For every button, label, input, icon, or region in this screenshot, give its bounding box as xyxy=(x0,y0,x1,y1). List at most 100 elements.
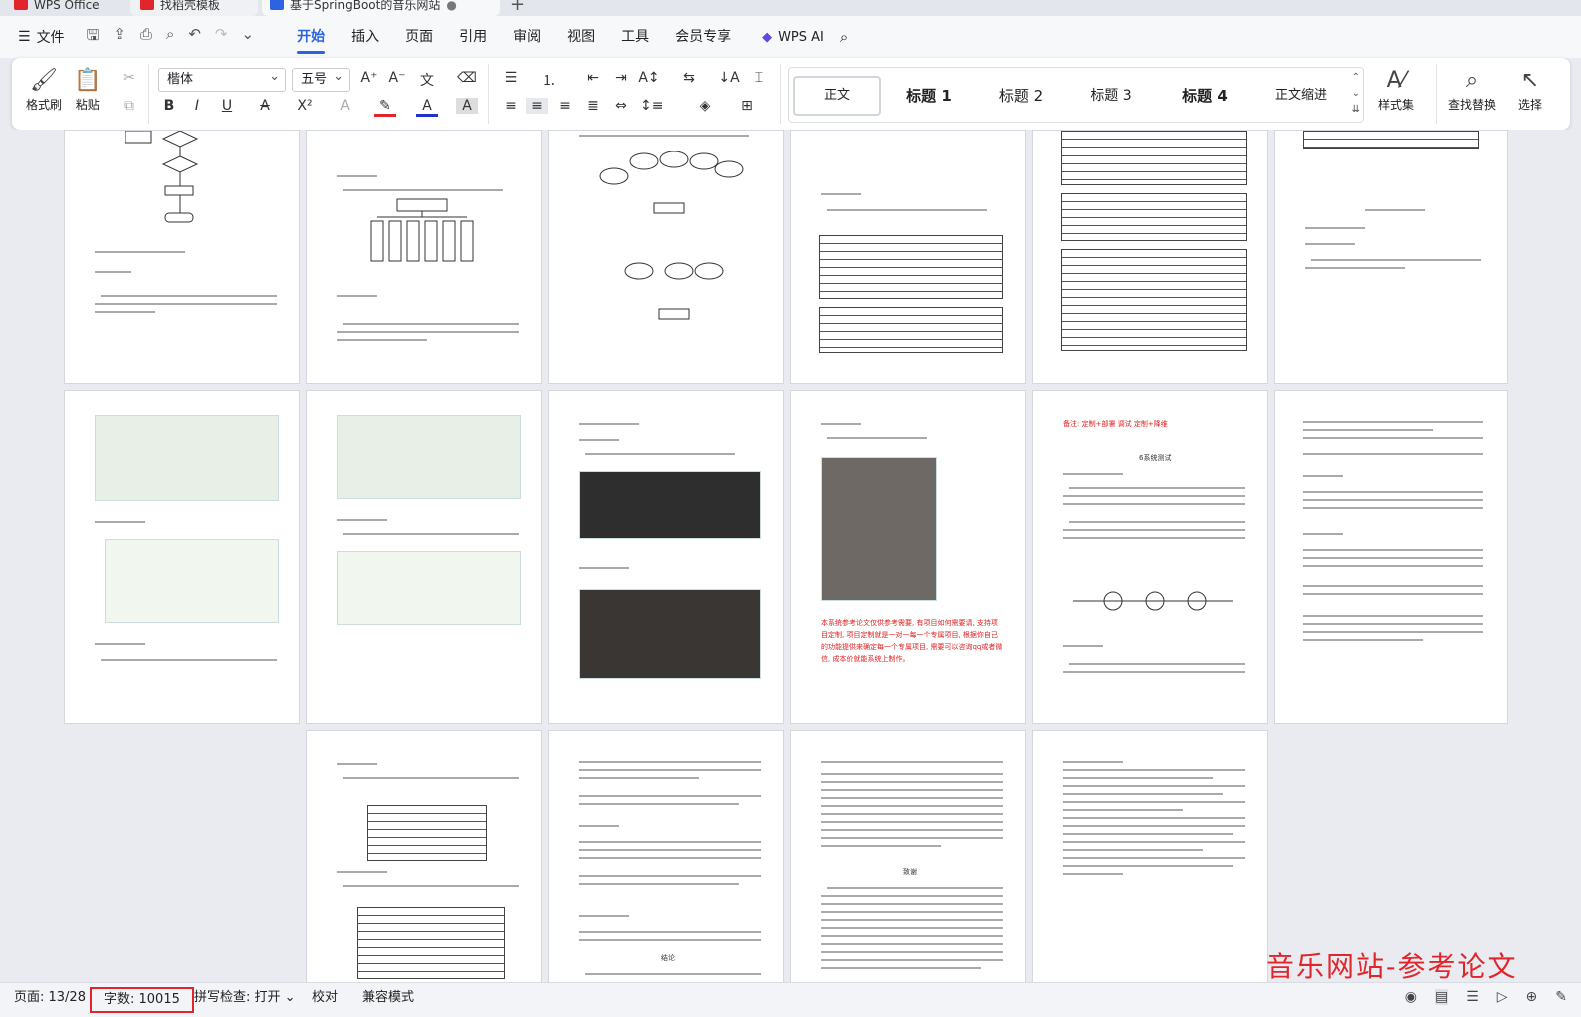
text-direction-icon[interactable]: A↕ xyxy=(638,70,660,86)
page-thumbnail[interactable]: 备注: 定制+部署 调试 定制+降维 6系统测试 xyxy=(1032,390,1268,724)
close-tab-icon[interactable]: ● xyxy=(446,0,456,11)
bold-icon[interactable]: B xyxy=(158,98,180,114)
search-icon[interactable]: ⌕ xyxy=(840,28,848,46)
text-line xyxy=(1063,473,1123,475)
text-line xyxy=(1063,801,1245,803)
page-thumbnail[interactable]: 本系统参考论文仅供参考需要, 有项目如何需要请, 支持项目定制, 项目定制就是一… xyxy=(790,390,1026,724)
file-menu[interactable]: ☰ 文件 xyxy=(18,27,65,47)
style-normal[interactable]: 正文 xyxy=(793,76,881,116)
format-painter-button[interactable]: 🖌 格式刷 xyxy=(26,66,62,113)
print-preview-icon[interactable]: ⌕ xyxy=(166,25,174,50)
text-line xyxy=(1303,557,1483,559)
superscript-icon[interactable]: X² xyxy=(294,98,316,114)
read-mode-icon[interactable]: ▷ xyxy=(1497,989,1508,1005)
sort-icon[interactable]: ↓A xyxy=(718,70,740,86)
shading-icon[interactable]: ◈ xyxy=(694,98,716,114)
numbered-list-icon[interactable]: ⒈ xyxy=(538,70,560,90)
copy-icon[interactable]: ⧉ xyxy=(118,98,140,114)
tab-view[interactable]: 视图 xyxy=(554,16,608,58)
page-thumbnail[interactable] xyxy=(548,390,784,724)
page-thumbnail[interactable] xyxy=(1032,730,1268,982)
page-thumbnail[interactable] xyxy=(306,730,542,982)
line-spacing-icon[interactable]: ↕≡ xyxy=(640,98,663,114)
show-marks-icon[interactable]: ⌶ xyxy=(748,70,770,86)
word-count[interactable]: 字数: 10015 xyxy=(90,987,194,1013)
strikethrough-icon[interactable]: A xyxy=(254,98,276,114)
more-quick-access-icon[interactable]: ⌄ xyxy=(242,25,255,50)
export-icon[interactable]: ⇪ xyxy=(113,25,126,50)
style-heading-2[interactable]: 标题 2 xyxy=(985,76,1057,116)
style-set-button[interactable]: A⁄ 样式集 xyxy=(1378,66,1414,113)
distributed-icon[interactable]: ⇔ xyxy=(610,98,632,114)
font-size-select[interactable]: 五号 xyxy=(292,66,350,92)
page-thumbnail[interactable] xyxy=(306,130,542,384)
align-center-icon[interactable]: ≡ xyxy=(526,98,548,114)
wps-ai-button[interactable]: ◆ WPS AI ⌕ xyxy=(762,28,848,46)
borders-icon[interactable]: ⊞ xyxy=(736,98,758,114)
font-name-select[interactable]: 楷体 xyxy=(158,66,286,92)
align-left-icon[interactable]: ≡ xyxy=(500,98,522,114)
outline-view-icon[interactable]: ☰ xyxy=(1466,989,1479,1005)
pen-icon[interactable]: ✎ xyxy=(1555,989,1567,1005)
document-workspace[interactable]: 本系统参考论文仅供参考需要, 有项目如何需要请, 支持项目定制, 项目定制就是一… xyxy=(0,130,1581,982)
tab-template[interactable]: 找稻壳模板 xyxy=(130,0,258,16)
paste-button[interactable]: 📋 粘贴 xyxy=(74,66,101,113)
page-thumbnail[interactable] xyxy=(1274,130,1508,384)
find-replace-button[interactable]: ⌕ 查找替换 xyxy=(1448,66,1496,113)
italic-icon[interactable]: I xyxy=(186,98,208,114)
cut-icon[interactable]: ✂ xyxy=(118,70,140,86)
print-icon[interactable]: ⎙ xyxy=(140,25,152,50)
page-thumbnail[interactable] xyxy=(1032,130,1268,384)
bullet-list-icon[interactable]: ☰ xyxy=(500,70,522,86)
decrease-font-icon[interactable]: A⁻ xyxy=(386,70,408,86)
tab-page[interactable]: 页面 xyxy=(392,16,446,58)
page-thumbnail[interactable] xyxy=(64,130,300,384)
tab-document[interactable]: 基于SpringBoot的音乐网站 ● xyxy=(262,0,500,16)
tab-home-ribbon[interactable]: 开始 xyxy=(284,16,338,58)
clear-format-icon[interactable]: ⌫ xyxy=(456,70,478,86)
page-indicator[interactable]: 页面: 13/28 xyxy=(14,987,86,1009)
web-view-icon[interactable]: ⊕ xyxy=(1526,989,1538,1005)
save-icon[interactable]: 🖫 xyxy=(87,25,100,50)
tab-member[interactable]: 会员专享 xyxy=(662,16,744,58)
page-thumbnail[interactable]: 结论 xyxy=(548,730,784,982)
db-table xyxy=(819,235,1003,299)
page-thumbnail[interactable] xyxy=(306,390,542,724)
spell-check-toggle[interactable]: 拼写检查: 打开 ⌄ xyxy=(194,987,296,1009)
page-thumbnail[interactable] xyxy=(1274,390,1508,724)
tab-wps-home[interactable]: WPS Office xyxy=(14,0,100,16)
page-thumbnail[interactable] xyxy=(548,130,784,384)
new-tab-button[interactable]: + xyxy=(510,0,525,16)
proofread-button[interactable]: 校对 xyxy=(312,987,338,1009)
tab-references[interactable]: 引用 xyxy=(446,16,500,58)
page-thumbnail[interactable] xyxy=(64,390,300,724)
spell-check-label: 拼写检查: 打开 xyxy=(194,990,281,1005)
phonetic-guide-icon[interactable]: 文 xyxy=(416,70,438,90)
style-gallery-scroll-icon[interactable]: ⌃ ⌄ ⇊ xyxy=(1352,70,1360,118)
increase-indent-icon[interactable]: ⇥ xyxy=(610,70,632,86)
page-view-icon[interactable]: ▤ xyxy=(1434,989,1449,1005)
underline-icon[interactable]: U xyxy=(216,98,238,114)
convert-icon[interactable]: ⇆ xyxy=(678,70,700,86)
highlight-color-icon[interactable]: ✎ xyxy=(374,98,396,117)
text-effect-icon[interactable]: A xyxy=(334,98,356,114)
redo-icon[interactable]: ↷ xyxy=(215,25,228,50)
style-heading-1[interactable]: 标题 1 xyxy=(893,76,965,116)
decrease-indent-icon[interactable]: ⇤ xyxy=(582,70,604,86)
increase-font-icon[interactable]: A⁺ xyxy=(358,70,380,86)
style-heading-3[interactable]: 标题 3 xyxy=(1079,76,1143,116)
style-heading-4[interactable]: 标题 4 xyxy=(1169,76,1241,116)
page-thumbnail[interactable] xyxy=(790,130,1026,384)
style-body-indent[interactable]: 正文缩进 xyxy=(1263,76,1339,116)
undo-icon[interactable]: ↶ xyxy=(188,25,201,50)
char-shading-icon[interactable]: A xyxy=(456,98,478,114)
tab-tools[interactable]: 工具 xyxy=(608,16,662,58)
tab-insert[interactable]: 插入 xyxy=(338,16,392,58)
page-thumbnail[interactable]: 致谢 xyxy=(790,730,1026,982)
justify-icon[interactable]: ≣ xyxy=(582,98,604,114)
eye-protection-icon[interactable]: ◉ xyxy=(1405,989,1417,1005)
tab-review[interactable]: 审阅 xyxy=(500,16,554,58)
align-right-icon[interactable]: ≡ xyxy=(554,98,576,114)
font-color-icon[interactable]: A xyxy=(416,98,438,117)
select-button[interactable]: ↖ 选择 xyxy=(1518,66,1542,113)
